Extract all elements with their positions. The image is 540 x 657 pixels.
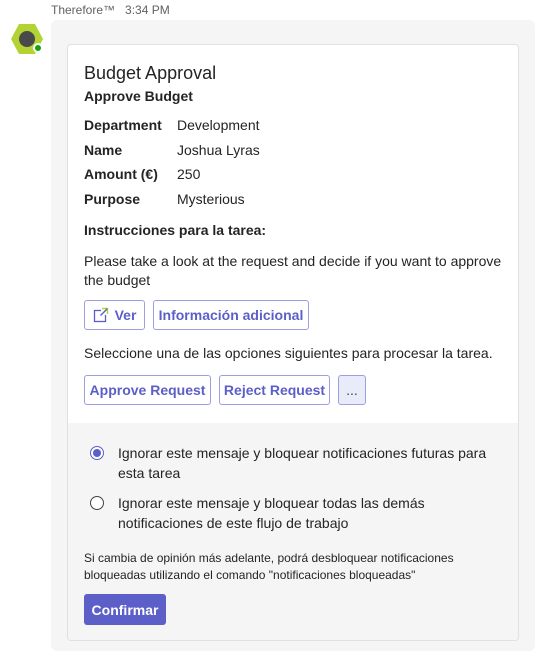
view-button[interactable]: Ver [84,300,145,330]
fact-row: Purpose Mysterious [84,191,245,207]
confirm-button[interactable]: Confirmar [84,594,166,625]
fact-value: 250 [177,166,201,182]
radio-button[interactable] [90,496,104,510]
fact-value: Development [177,117,260,133]
message-timestamp: 3:34 PM [125,3,170,17]
option-block-workflow-notifications[interactable]: Ignorar este mensaje y bloquear todas la… [90,493,498,533]
instructions-heading: Instrucciones para la tarea: [84,222,267,238]
fact-key: Amount (€) [84,166,158,182]
fact-key: Purpose [84,191,141,207]
option-label: Ignorar este mensaje y bloquear todas la… [118,495,425,531]
approve-request-button[interactable]: Approve Request [84,375,211,405]
more-info-button[interactable]: Información adicional [153,300,309,330]
open-external-icon [93,307,109,323]
fact-row: Name Joshua Lyras [84,142,260,158]
option-block-task-notifications[interactable]: Ignorar este mensaje y bloquear notifica… [90,443,498,483]
card-body: Budget Approval Approve Budget Departmen… [68,45,518,423]
radio-button-selected[interactable] [90,446,104,460]
instructions-body: Please take a look at the request and de… [84,253,502,288]
fact-key: Name [84,142,123,158]
fact-value: Joshua Lyras [177,142,260,158]
card-title: Budget Approval [84,63,217,83]
fact-row: Department Development [84,117,260,133]
fact-key: Department [84,117,162,133]
choose-option-text: Seleccione una de las opciones siguiente… [84,345,493,361]
fact-value: Mysterious [177,191,245,207]
unblock-note: Si cambia de opinión más adelante, podrá… [84,551,454,582]
message-header: Therefore™ 3:34 PM [51,3,170,17]
adaptive-card: Budget Approval Approve Budget Departmen… [67,44,519,641]
reject-request-button[interactable]: Reject Request [219,375,330,405]
bot-avatar[interactable] [10,22,44,56]
presence-available-icon [33,43,43,53]
card-subtitle: Approve Budget [84,88,193,104]
view-button-label: Ver [114,307,137,323]
option-label: Ignorar este mensaje y bloquear notifica… [118,445,487,481]
sender-name[interactable]: Therefore™ [51,3,115,17]
more-actions-button[interactable]: ... [338,375,366,405]
fact-row: Amount (€) 250 [84,166,200,182]
